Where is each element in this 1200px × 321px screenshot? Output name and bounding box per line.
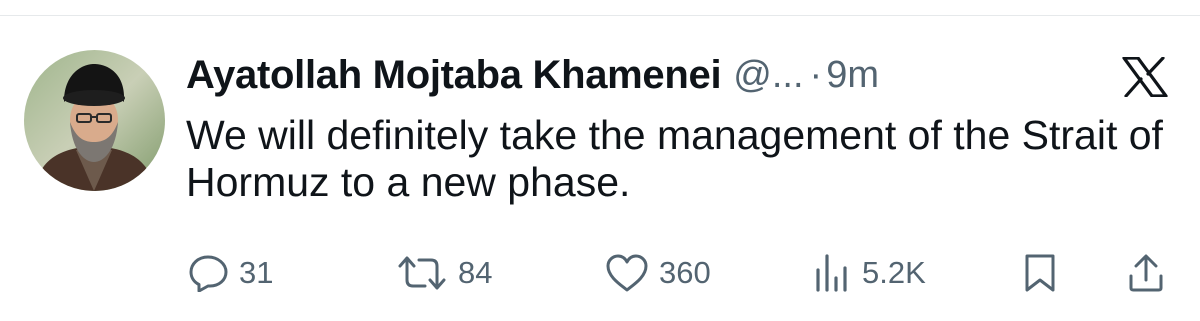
views-button[interactable]: 5.2K [812, 250, 926, 296]
reply-button[interactable]: 31 [189, 250, 273, 296]
view-count: 5.2K [862, 255, 926, 290]
like-button[interactable]: 360 [605, 250, 711, 296]
reply-icon [189, 254, 229, 292]
repost-icon [396, 254, 448, 292]
like-count: 360 [659, 255, 711, 290]
heart-icon [605, 253, 649, 293]
avatar-photo [24, 50, 165, 191]
reply-count: 31 [239, 255, 274, 290]
separator-dot: · [809, 53, 823, 96]
share-icon [1127, 253, 1165, 293]
tweet-header: Ayatollah Mojtaba Khamenei @... · 9m [186, 52, 879, 98]
x-logo-icon[interactable] [1122, 56, 1168, 98]
share-button[interactable] [1127, 250, 1165, 296]
bookmark-button[interactable] [1022, 250, 1058, 296]
top-divider [0, 15, 1200, 16]
repost-button[interactable]: 84 [396, 250, 492, 296]
avatar[interactable] [24, 50, 165, 191]
action-bar: 31 84 360 5.2K [0, 250, 1200, 296]
views-icon [812, 254, 852, 292]
bookmark-icon [1022, 253, 1058, 293]
timestamp[interactable]: 9m [826, 54, 879, 97]
author-name[interactable]: Ayatollah Mojtaba Khamenei [186, 53, 722, 98]
author-handle[interactable]: @... [733, 54, 803, 97]
repost-count: 84 [458, 255, 493, 290]
tweet-text: We will definitely take the management o… [186, 112, 1163, 205]
